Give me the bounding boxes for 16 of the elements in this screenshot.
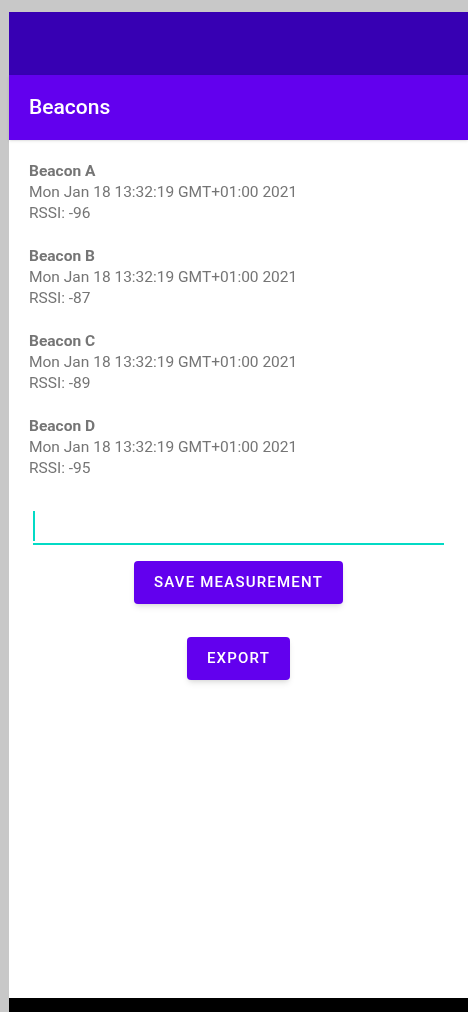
app-title: Beacons — [29, 93, 111, 121]
beacon-rssi: RSSI: -87 — [29, 288, 92, 309]
save-measurement-button[interactable]: SAVE MEASUREMENT — [134, 561, 343, 604]
beacon-timestamp: Mon Jan 18 13:32:19 GMT+01:00 2021 — [29, 267, 299, 288]
beacon-name: Beacon B — [29, 246, 96, 267]
export-button[interactable]: EXPORT — [186, 637, 291, 680]
beacon-rssi: RSSI: -95 — [29, 458, 92, 479]
beacon-timestamp: Mon Jan 18 13:32:19 GMT+01:00 2021 — [29, 182, 299, 203]
beacon-name: Beacon D — [29, 416, 96, 437]
beacon-timestamp: Mon Jan 18 13:32:19 GMT+01:00 2021 — [29, 437, 299, 458]
beacon-rssi: RSSI: -89 — [29, 373, 92, 394]
beacon-timestamp: Mon Jan 18 13:32:19 GMT+01:00 2021 — [29, 352, 299, 373]
beacon-name: Beacon C — [29, 331, 97, 352]
input-field[interactable] — [33, 511, 444, 545]
beacon-name: Beacon A — [29, 161, 97, 182]
beacon-rssi: RSSI: -96 — [29, 203, 92, 224]
